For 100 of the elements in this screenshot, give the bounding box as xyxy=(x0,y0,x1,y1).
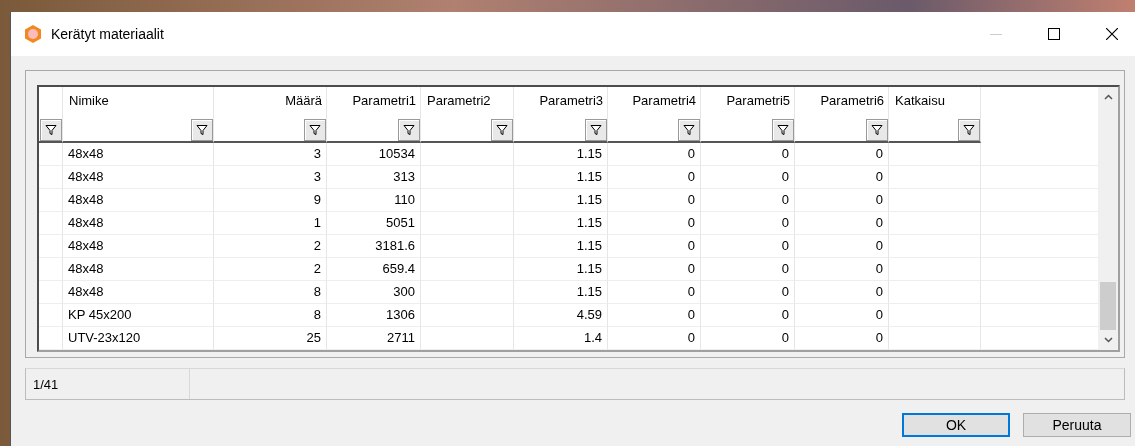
filter-icon xyxy=(45,124,57,136)
filter-button[interactable] xyxy=(958,119,980,141)
table-cell: 0 xyxy=(795,327,889,350)
filter-icon xyxy=(196,124,208,136)
column-label: Parametri5 xyxy=(726,93,790,108)
table-cell: 3 xyxy=(214,166,327,189)
table-cell: 48x48 xyxy=(63,212,214,235)
table-cell: 0 xyxy=(795,212,889,235)
maximize-icon[interactable] xyxy=(1048,28,1060,40)
table-cell: 10534 xyxy=(327,143,421,166)
scrollbar[interactable] xyxy=(1098,87,1118,350)
column-header[interactable]: Parametri1 xyxy=(327,87,421,143)
scroll-down-icon[interactable] xyxy=(1103,337,1113,343)
cancel-button[interactable]: Peruuta xyxy=(1023,413,1131,437)
column-header[interactable]: Parametri4 xyxy=(608,87,701,143)
table-cell: 3181.6 xyxy=(327,235,421,258)
filter-icon xyxy=(403,124,415,136)
table-cell: 4.59 xyxy=(514,304,608,327)
record-counter: 1/41 xyxy=(26,369,190,399)
row-header-cell[interactable] xyxy=(39,143,63,166)
filter-icon xyxy=(309,124,321,136)
table-cell: 0 xyxy=(701,212,795,235)
column-label: Katkaisu xyxy=(895,93,946,108)
filter-button[interactable] xyxy=(585,119,607,141)
table-cell: 1.15 xyxy=(514,189,608,212)
table-cell: 0 xyxy=(608,281,701,304)
column-header[interactable]: Parametri5 xyxy=(701,87,795,143)
row-header-cell[interactable] xyxy=(39,327,63,350)
table-cell: 1.15 xyxy=(514,143,608,166)
table-cell: 0 xyxy=(795,235,889,258)
filter-button[interactable] xyxy=(40,119,62,141)
column-header[interactable]: Nimike xyxy=(63,87,214,143)
column-label: Parametri1 xyxy=(352,93,416,108)
filter-icon xyxy=(683,124,695,136)
table-cell: 8 xyxy=(214,281,327,304)
filter-icon xyxy=(590,124,602,136)
row-header-cell[interactable] xyxy=(39,166,63,189)
table-cell: 2 xyxy=(214,258,327,281)
table-cell: 0 xyxy=(795,304,889,327)
table-cell: 659.4 xyxy=(327,258,421,281)
scrollbar-thumb[interactable] xyxy=(1100,282,1116,330)
column-header[interactable]: Parametri3 xyxy=(514,87,608,143)
ok-button[interactable]: OK xyxy=(902,413,1010,437)
table-cell: 5051 xyxy=(327,212,421,235)
filter-button[interactable] xyxy=(772,119,794,141)
table-cell: 2 xyxy=(214,235,327,258)
table-cell: 0 xyxy=(608,166,701,189)
filter-icon xyxy=(963,124,975,136)
table-cell: 0 xyxy=(795,258,889,281)
row-header-cell[interactable] xyxy=(39,258,63,281)
filter-button[interactable] xyxy=(491,119,513,141)
close-icon[interactable] xyxy=(1106,28,1118,40)
table-cell: 0 xyxy=(701,304,795,327)
table-cell: 0 xyxy=(608,212,701,235)
table-cell: 0 xyxy=(608,189,701,212)
table-cell: 1306 xyxy=(327,304,421,327)
filter-button[interactable] xyxy=(866,119,888,141)
row-header-cell[interactable] xyxy=(39,281,63,304)
row-header-cell[interactable] xyxy=(39,212,63,235)
column-header[interactable]: Parametri2 xyxy=(421,87,514,143)
table-cell: 0 xyxy=(608,235,701,258)
filter-icon xyxy=(496,124,508,136)
table-cell: 1 xyxy=(214,212,327,235)
table-cell: 0 xyxy=(608,327,701,350)
row-header-cell[interactable] xyxy=(39,189,63,212)
table-cell: 2711 xyxy=(327,327,421,350)
table-cell: 48x48 xyxy=(63,166,214,189)
filter-icon xyxy=(871,124,883,136)
table-cell: 0 xyxy=(795,143,889,166)
table-cell: 25 xyxy=(214,327,327,350)
filter-button[interactable] xyxy=(678,119,700,141)
table-cell: 0 xyxy=(608,304,701,327)
table-cell: 1.4 xyxy=(514,327,608,350)
filter-button[interactable] xyxy=(398,119,420,141)
table-cell: 0 xyxy=(701,235,795,258)
column-label: Parametri6 xyxy=(820,93,884,108)
table-cell: 48x48 xyxy=(63,281,214,304)
column-header[interactable]: Katkaisu xyxy=(889,87,981,143)
filter-button[interactable] xyxy=(304,119,326,141)
table-cell: 0 xyxy=(701,258,795,281)
table-cell: 1.15 xyxy=(514,212,608,235)
table-cell: 0 xyxy=(701,281,795,304)
table-cell: 110 xyxy=(327,189,421,212)
column-header[interactable]: Määrä xyxy=(214,87,327,143)
table-cell: 0 xyxy=(701,189,795,212)
row-header-cell[interactable] xyxy=(39,304,63,327)
table-cell: 0 xyxy=(795,281,889,304)
table-cell: 0 xyxy=(701,166,795,189)
filter-button[interactable] xyxy=(191,119,213,141)
table-cell: 1.15 xyxy=(514,258,608,281)
table-cell: 300 xyxy=(327,281,421,304)
column-header[interactable]: Parametri6 xyxy=(795,87,889,143)
table-cell: 0 xyxy=(795,189,889,212)
table-cell: 1.15 xyxy=(514,235,608,258)
scroll-up-icon[interactable] xyxy=(1103,94,1113,100)
filter-icon xyxy=(777,124,789,136)
table-cell: 48x48 xyxy=(63,258,214,281)
window-title: Kerätyt materiaalit xyxy=(51,26,165,42)
row-header-cell[interactable] xyxy=(39,235,63,258)
column-label: Määrä xyxy=(285,93,322,108)
